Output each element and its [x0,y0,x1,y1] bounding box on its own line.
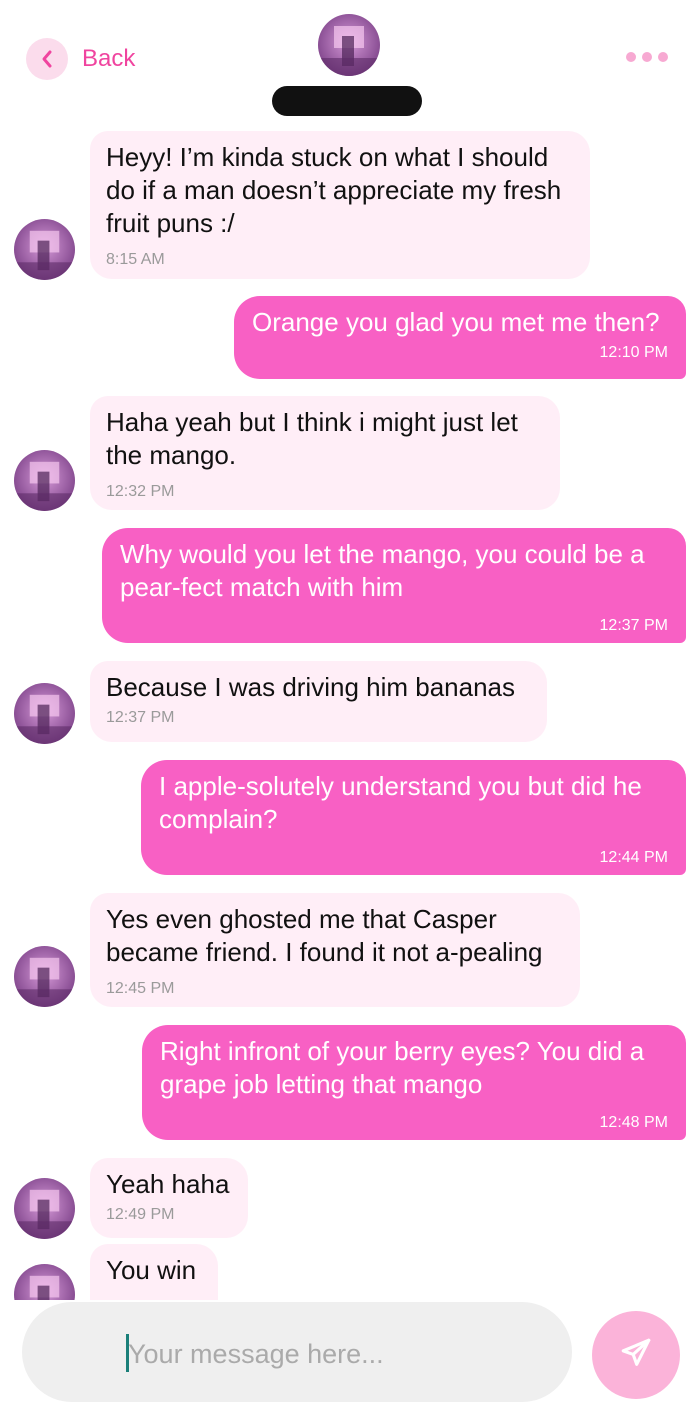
message-text: You win [106,1255,197,1285]
sender-avatar [14,683,75,744]
incoming-message[interactable]: You win [90,1244,218,1300]
outgoing-message[interactable]: Orange you glad you met me then? 12:10 P… [234,296,686,379]
incoming-message[interactable]: Yes even ghosted me that Casper became f… [90,893,580,1007]
message-text: Right infront of your berry eyes? You di… [160,1036,645,1099]
message-list[interactable]: Heyy! I’m kinda stuck on what I should d… [0,0,700,1300]
message-text: Why would you let the mango, you could b… [120,539,645,602]
sender-avatar [14,1178,75,1239]
message-input[interactable] [126,1328,550,1380]
message-time: 12:48 PM [599,1114,668,1131]
paper-plane-icon [619,1336,653,1375]
send-button[interactable] [592,1311,680,1399]
incoming-message[interactable]: Because I was driving him bananas 12:37 … [90,661,547,742]
message-text: I apple-solutely understand you but did … [159,771,642,834]
incoming-message[interactable]: Heyy! I’m kinda stuck on what I should d… [90,131,590,279]
message-text: Yes even ghosted me that Casper became f… [106,904,543,967]
message-time: 12:49 PM [106,1206,175,1223]
message-text: Haha yeah but I think i might just let t… [106,407,518,470]
text-cursor [126,1334,129,1372]
message-composer [22,1302,572,1402]
message-time: 8:15 AM [106,251,165,268]
message-text: Heyy! I’m kinda stuck on what I should d… [106,142,562,238]
message-time: 12:45 PM [106,980,175,997]
message-time: 12:37 PM [106,709,175,726]
message-time: 12:37 PM [599,617,668,634]
incoming-message[interactable]: Haha yeah but I think i might just let t… [90,396,560,510]
message-text: Yeah haha [106,1169,230,1199]
incoming-message[interactable]: Yeah haha 12:49 PM [90,1158,248,1238]
outgoing-message[interactable]: Why would you let the mango, you could b… [102,528,686,643]
sender-avatar [14,219,75,280]
outgoing-message[interactable]: I apple-solutely understand you but did … [141,760,686,875]
sender-avatar [14,946,75,1007]
message-text: Because I was driving him bananas [106,672,516,702]
message-time: 12:44 PM [599,849,668,866]
sender-avatar [14,450,75,511]
message-text: Orange you glad you met me then? [252,307,660,337]
sender-avatar [14,1264,75,1300]
outgoing-message[interactable]: Right infront of your berry eyes? You di… [142,1025,686,1140]
message-time: 12:10 PM [599,344,668,361]
message-time: 12:32 PM [106,483,175,500]
